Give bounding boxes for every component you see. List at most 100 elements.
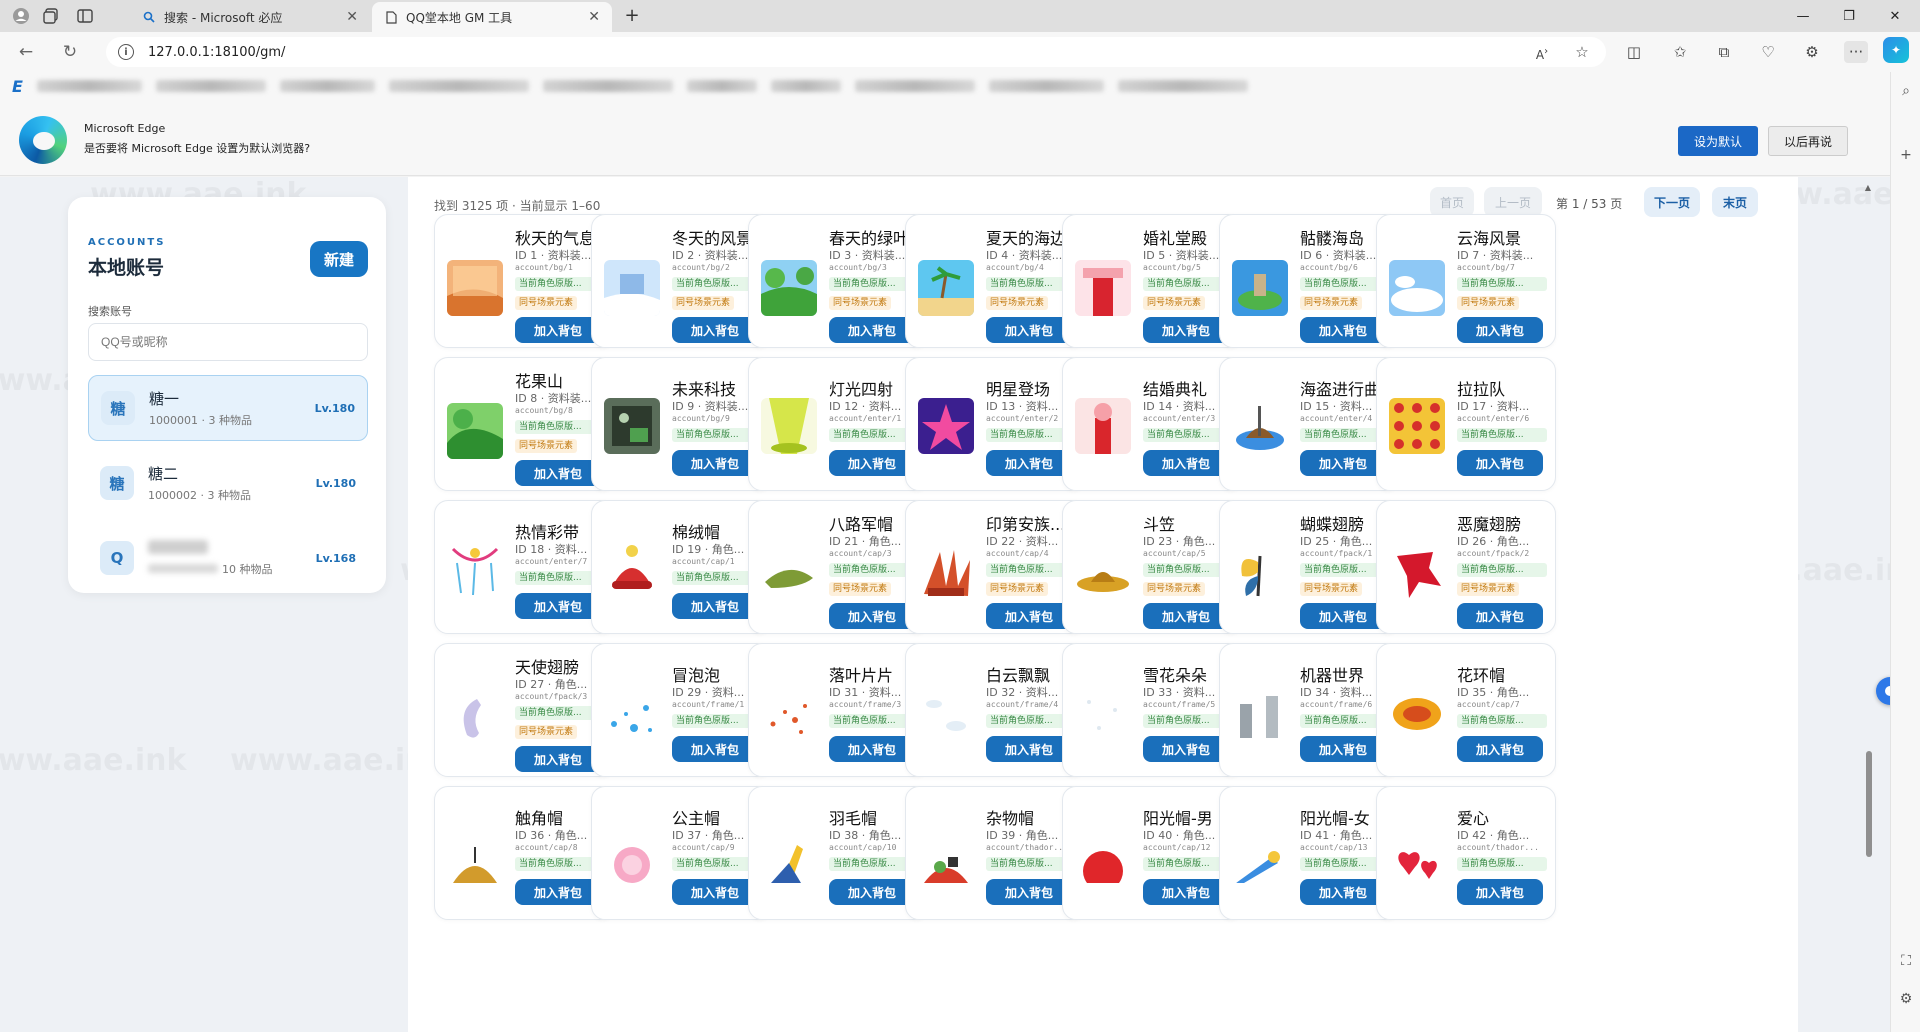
item-card: 公主帽 ID 37 · 角色... account/cap/9 当前角色原版... 加入…	[591, 786, 771, 920]
add-to-bag-button[interactable]: 加入背包	[829, 879, 915, 905]
collections-icon[interactable]: ⧉	[1712, 41, 1736, 63]
minimize-button[interactable]: —	[1780, 0, 1826, 32]
add-to-bag-button[interactable]: 加入背包	[1457, 879, 1543, 905]
item-thumbnail	[604, 827, 660, 883]
add-to-bag-button[interactable]: 加入背包	[515, 879, 601, 905]
add-to-bag-button[interactable]: 加入背包	[515, 460, 601, 486]
account-item[interactable]: Q 10 种物品 Lv.168	[88, 525, 368, 591]
copilot-icon[interactable]: ✦	[1883, 37, 1909, 63]
add-to-bag-button[interactable]: 加入背包	[986, 603, 1072, 629]
favorites-icon[interactable]: ✩	[1668, 41, 1692, 63]
item-path: account/bg/7	[1457, 263, 1515, 272]
url-input[interactable]: i 127.0.0.1:18100/gm/	[106, 37, 1606, 67]
add-to-bag-button[interactable]: 加入背包	[1457, 317, 1543, 343]
scroll-up-icon[interactable]: ▲	[1862, 183, 1874, 192]
add-to-bag-button[interactable]: 加入背包	[515, 746, 601, 772]
add-to-bag-button[interactable]: 加入背包	[515, 317, 601, 343]
favorite-link[interactable]	[1117, 80, 1248, 92]
not-now-button[interactable]: 以后再说	[1768, 126, 1848, 156]
favorite-star-icon[interactable]: ☆	[1570, 41, 1594, 63]
add-to-bag-button[interactable]: 加入背包	[1300, 317, 1386, 343]
add-to-bag-button[interactable]: 加入背包	[1143, 317, 1229, 343]
browser-essentials-icon[interactable]: ♡	[1756, 41, 1780, 63]
avatar: Q	[100, 541, 134, 575]
add-to-bag-button[interactable]: 加入背包	[986, 450, 1072, 476]
favorite-link[interactable]	[279, 80, 375, 92]
add-to-bag-button[interactable]: 加入背包	[986, 879, 1072, 905]
back-arrow-icon[interactable]: ←	[14, 41, 38, 63]
add-to-bag-button[interactable]: 加入背包	[986, 317, 1072, 343]
add-to-bag-button[interactable]: 加入背包	[515, 593, 601, 619]
add-to-bag-button[interactable]: 加入背包	[1457, 736, 1543, 762]
prev-page-button[interactable]: 上一页	[1484, 187, 1542, 217]
close-window-button[interactable]: ✕	[1872, 0, 1918, 32]
workspaces-icon[interactable]	[40, 6, 62, 26]
floating-assistant-icon[interactable]	[1876, 677, 1890, 705]
last-page-button[interactable]: 末页	[1712, 187, 1758, 217]
favorite-link[interactable]	[854, 80, 975, 92]
item-card: 秋天的气息 ID 1 · 资料装... account/bg/1 当前角色原版... 同…	[434, 214, 614, 348]
add-to-bag-button[interactable]: 加入背包	[1300, 603, 1386, 629]
favorite-link[interactable]	[686, 80, 757, 92]
favorite-link[interactable]	[542, 80, 673, 92]
set-default-button[interactable]: 设为默认	[1678, 126, 1758, 156]
favorite-link[interactable]	[770, 80, 841, 92]
close-tab-icon[interactable]: ✕	[346, 9, 358, 25]
more-menu-icon[interactable]: ···	[1844, 41, 1868, 63]
account-item[interactable]: 糖 糖二 1000002 · 3 种物品 Lv.180	[88, 450, 368, 516]
item-thumbnail	[761, 398, 817, 454]
add-to-bag-button[interactable]: 加入背包	[829, 450, 915, 476]
read-aloud-icon[interactable]: A›	[1530, 41, 1554, 63]
sidebar-screenshot-icon[interactable]: ⛶	[1897, 952, 1915, 970]
add-to-bag-button[interactable]: 加入背包	[672, 317, 758, 343]
add-to-bag-button[interactable]: 加入背包	[672, 450, 758, 476]
add-to-bag-button[interactable]: 加入背包	[1143, 879, 1229, 905]
add-to-bag-button[interactable]: 加入背包	[672, 593, 758, 619]
restore-button[interactable]: ❐	[1826, 0, 1872, 32]
add-to-bag-button[interactable]: 加入背包	[1143, 450, 1229, 476]
add-to-bag-button[interactable]: 加入背包	[829, 736, 915, 762]
sidebar-settings-icon[interactable]: ⚙	[1897, 990, 1915, 1008]
account-search-input[interactable]	[88, 323, 368, 361]
add-to-bag-button[interactable]: 加入背包	[1143, 736, 1229, 762]
item-card: 触角帽 ID 36 · 角色... account/cap/8 当前角色原版... 加入…	[434, 786, 614, 920]
sidebar-add-icon[interactable]: +	[1897, 146, 1915, 164]
scrollbar-thumb[interactable]	[1866, 751, 1872, 857]
favorite-link[interactable]	[388, 80, 529, 92]
item-card: 婚礼堂殿 ID 5 · 资料装... account/bg/5 当前角色原版... 同号…	[1062, 214, 1242, 348]
sidebar-search-icon[interactable]: ⌕	[1897, 82, 1915, 100]
account-item[interactable]: 糖 糖一 1000001 · 3 种物品 Lv.180	[88, 375, 368, 441]
extensions-icon[interactable]: ⚙	[1800, 41, 1824, 63]
add-to-bag-button[interactable]: 加入背包	[1457, 450, 1543, 476]
accounts-eyebrow: ACCOUNTS	[88, 237, 166, 248]
vertical-tabs-icon[interactable]	[74, 6, 96, 26]
edge-e-icon[interactable]: E	[12, 77, 23, 96]
site-info-icon[interactable]: i	[118, 44, 134, 60]
favorite-link[interactable]	[988, 80, 1104, 92]
next-page-button[interactable]: 下一页	[1644, 187, 1700, 217]
first-page-button[interactable]: 首页	[1430, 187, 1474, 217]
close-tab-icon[interactable]: ✕	[588, 9, 600, 25]
add-to-bag-button[interactable]: 加入背包	[672, 736, 758, 762]
add-to-bag-button[interactable]: 加入背包	[1300, 450, 1386, 476]
item-path: account/cap/7	[1457, 700, 1520, 709]
add-to-bag-button[interactable]: 加入背包	[986, 736, 1072, 762]
account-name: 糖二	[148, 465, 179, 483]
tab-bing-search[interactable]: 搜索 - Microsoft 必应 ✕	[130, 2, 370, 32]
tab-gm-tool[interactable]: QQ堂本地 GM 工具 ✕	[372, 2, 612, 32]
add-to-bag-button[interactable]: 加入背包	[1300, 879, 1386, 905]
favorite-link[interactable]	[36, 80, 142, 92]
add-to-bag-button[interactable]: 加入背包	[1300, 736, 1386, 762]
profile-icon[interactable]	[10, 6, 32, 26]
new-tab-button[interactable]: +	[620, 5, 644, 27]
add-to-bag-button[interactable]: 加入背包	[829, 603, 915, 629]
favorite-link[interactable]	[155, 80, 266, 92]
add-to-bag-button[interactable]: 加入背包	[672, 879, 758, 905]
new-account-button[interactable]: 新建	[310, 241, 368, 277]
add-to-bag-button[interactable]: 加入背包	[1143, 603, 1229, 629]
refresh-icon[interactable]: ↻	[58, 41, 82, 63]
add-to-bag-button[interactable]: 加入背包	[829, 317, 915, 343]
page-scrollbar[interactable]	[1862, 177, 1874, 1032]
add-to-bag-button[interactable]: 加入背包	[1457, 603, 1543, 629]
split-screen-icon[interactable]: ◫	[1622, 41, 1646, 63]
